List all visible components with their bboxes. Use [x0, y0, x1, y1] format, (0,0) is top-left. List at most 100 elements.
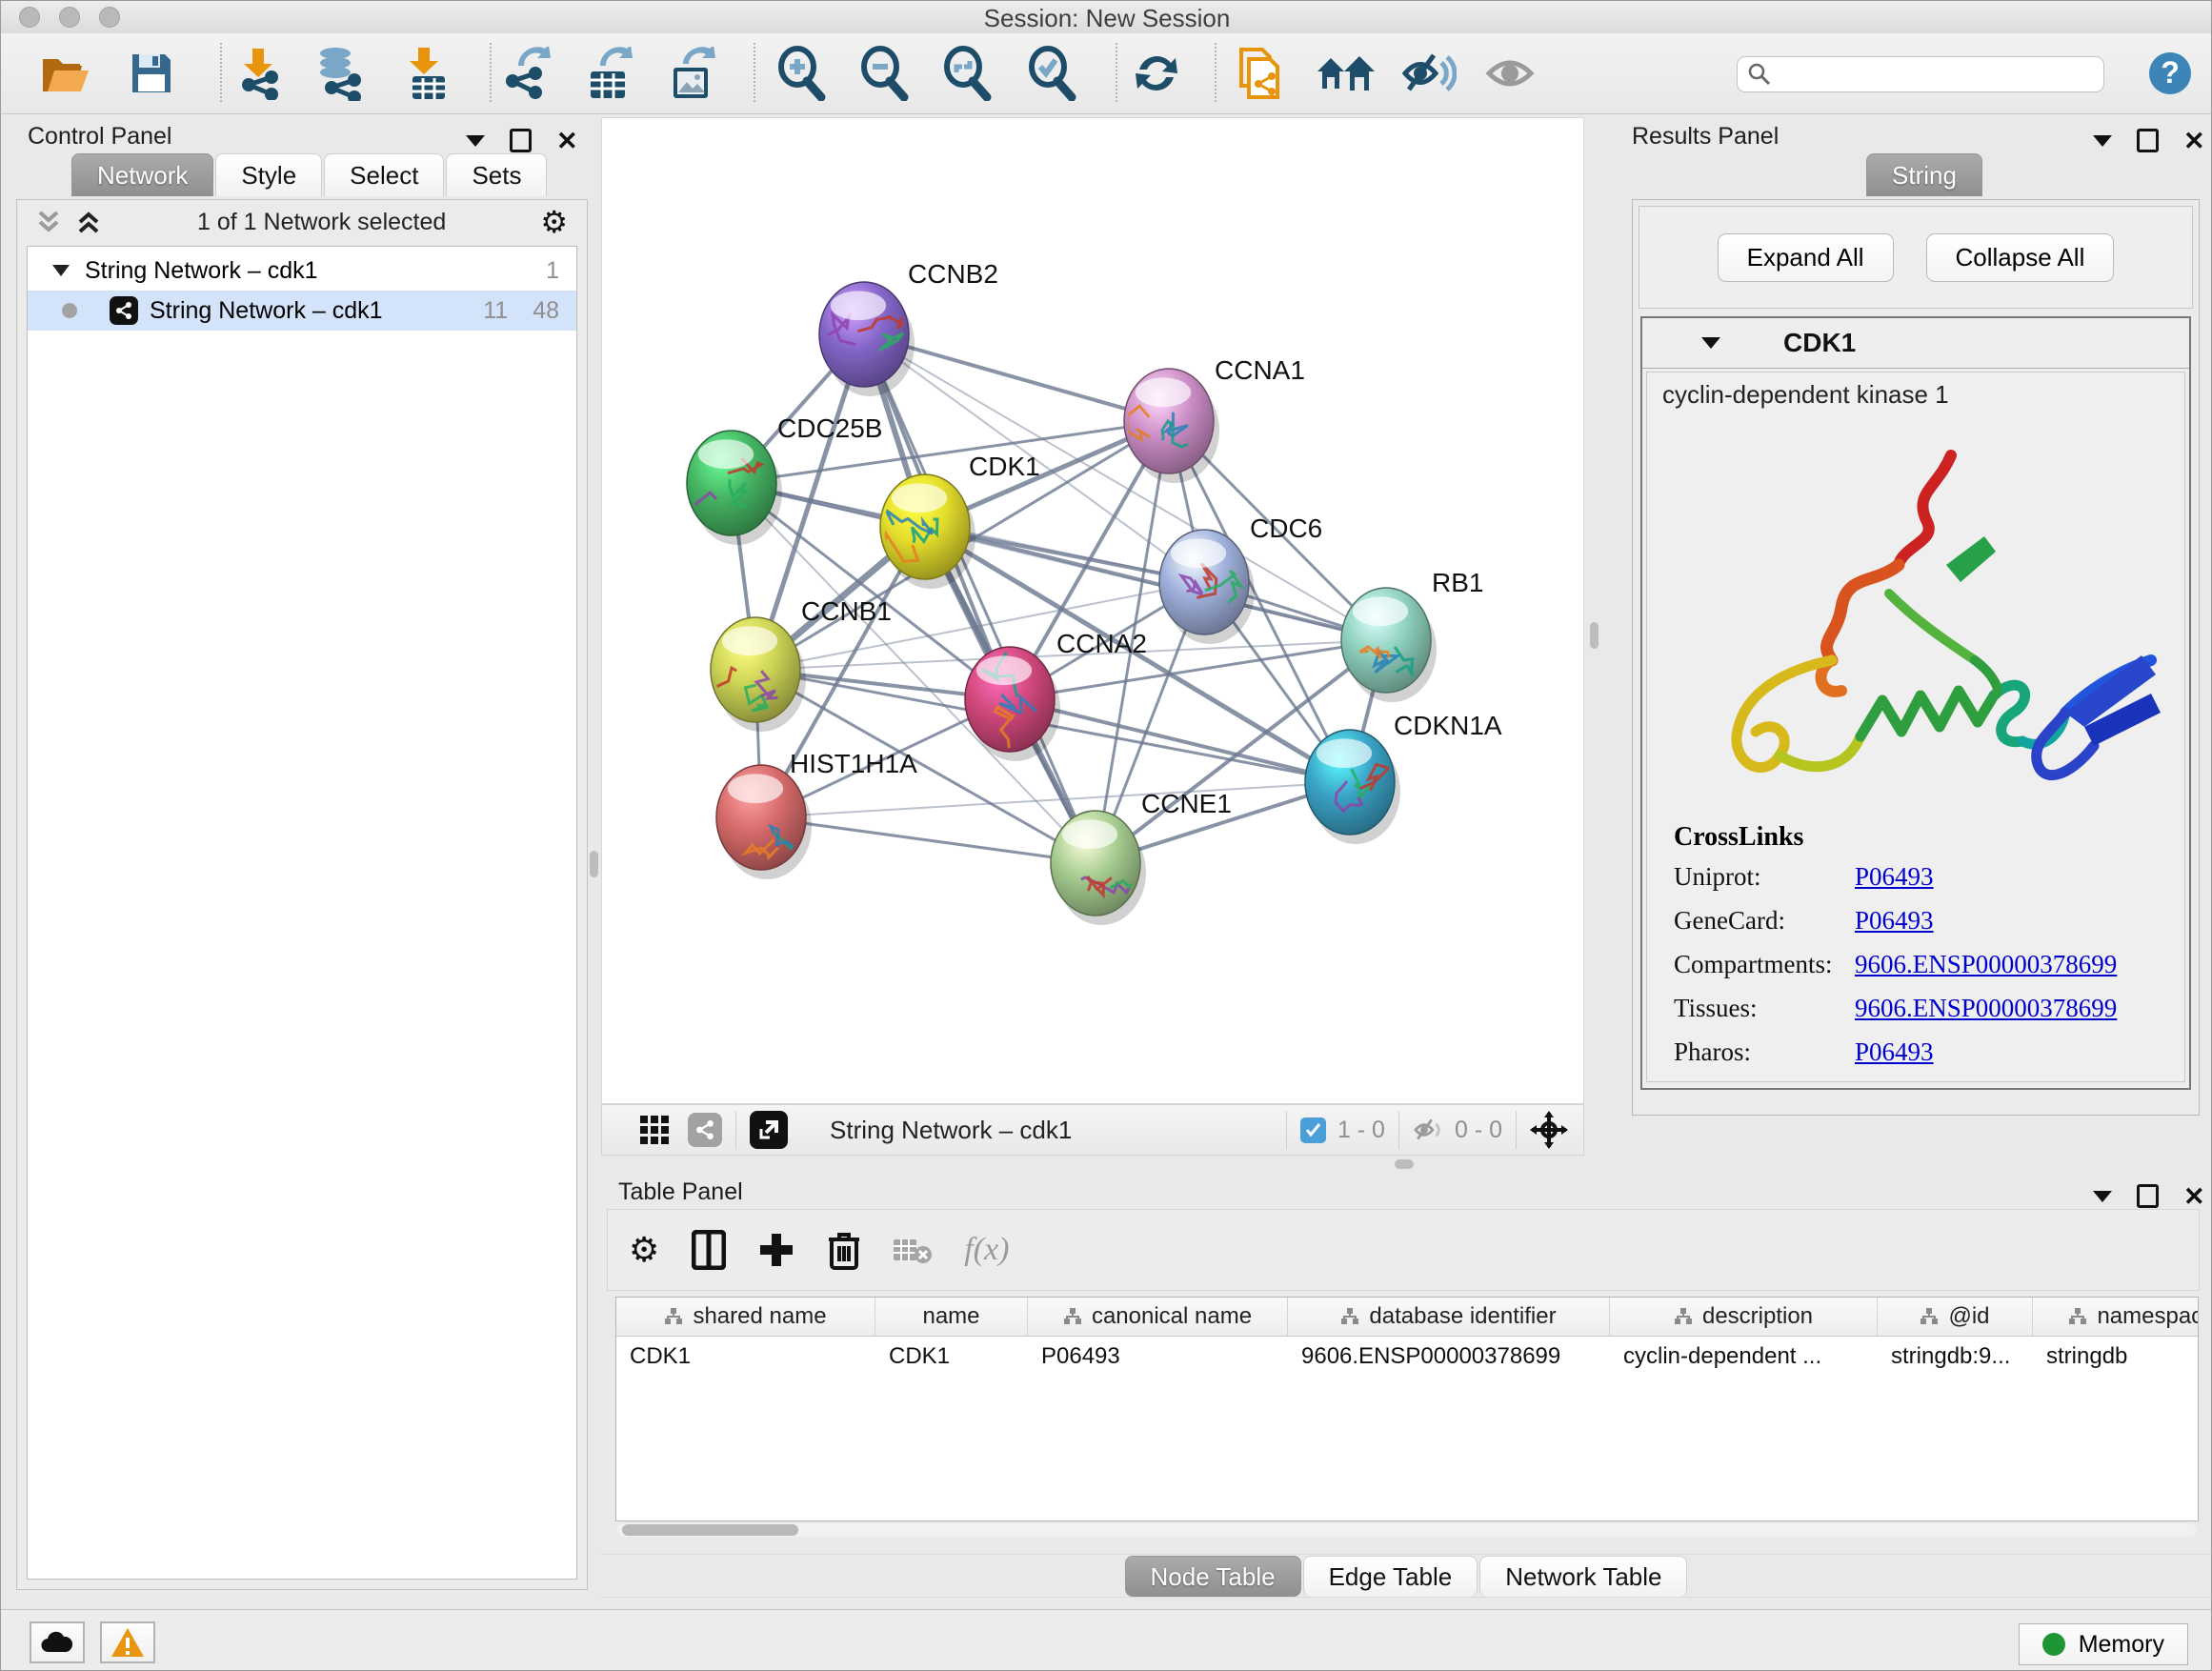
close-panel-icon[interactable]: ✕ — [2183, 1187, 2205, 1206]
tab-string[interactable]: String — [1866, 153, 1982, 196]
zoom-in-icon[interactable] — [775, 46, 827, 101]
float-panel-icon[interactable] — [2093, 1191, 2112, 1202]
table-header-row: shared namenamecanonical namedatabase id… — [616, 1298, 2198, 1337]
network-collection-row[interactable]: String Network – cdk1 1 — [28, 251, 576, 291]
table-cell[interactable]: CDK1 — [875, 1337, 1028, 1377]
tab-network[interactable]: Network — [71, 153, 213, 196]
network-row-selected[interactable]: String Network – cdk1 11 48 — [28, 291, 576, 331]
crosslink-link[interactable]: 9606.ENSP00000378699 — [1855, 950, 2117, 979]
graph-node-ccnb2[interactable]: CCNB2 — [819, 259, 998, 396]
column-header-shared-name[interactable]: shared name — [616, 1298, 875, 1336]
maximize-panel-icon[interactable] — [2137, 1184, 2159, 1208]
section-expander-icon[interactable] — [1701, 337, 1720, 349]
network-canvas[interactable]: CCNB2CCNA1CDC25BCDK1CDC6RB1CCNB1CCNA2CDK… — [601, 117, 1584, 1104]
collapse-all-icon[interactable] — [34, 210, 63, 234]
table-row[interactable]: CDK1CDK1P064939606.ENSP00000378699cyclin… — [616, 1337, 2198, 1377]
grid-view-icon[interactable] — [640, 1116, 669, 1144]
graph-node-ccne1[interactable]: CCNE1 — [1051, 789, 1232, 925]
table-cell[interactable]: 9606.ENSP00000378699 — [1288, 1337, 1610, 1377]
graph-node-cdc6[interactable]: CDC6 — [1159, 513, 1322, 644]
export-network-icon[interactable] — [501, 47, 551, 100]
column-header-name[interactable]: name — [875, 1298, 1028, 1336]
expand-all-icon[interactable] — [74, 210, 103, 234]
scrollbar-thumb[interactable] — [622, 1524, 798, 1536]
pan-tool-icon[interactable] — [1530, 1111, 1568, 1149]
close-panel-icon[interactable]: ✕ — [2183, 131, 2205, 151]
delete-column-icon[interactable] — [827, 1230, 861, 1270]
detach-view-icon[interactable] — [750, 1111, 788, 1149]
graph-edge[interactable] — [864, 334, 1096, 863]
tab-select[interactable]: Select — [324, 153, 444, 196]
save-session-icon[interactable] — [130, 51, 173, 95]
column-header--id[interactable]: @id — [1878, 1298, 2033, 1336]
float-panel-icon[interactable] — [466, 135, 485, 147]
options-gear-icon[interactable]: ⚙ — [540, 208, 568, 236]
table-options-gear-icon[interactable]: ⚙ — [629, 1236, 659, 1264]
warnings-button[interactable] — [100, 1621, 155, 1663]
refresh-icon[interactable] — [1132, 49, 1181, 98]
gene-header-row[interactable]: CDK1 — [1642, 318, 2189, 369]
crosslink-link[interactable]: 9606.ENSP00000378699 — [1855, 994, 2117, 1023]
show-columns-icon[interactable] — [692, 1230, 726, 1270]
show-graphics-icon[interactable] — [1485, 52, 1538, 94]
splitter-handle[interactable] — [1590, 622, 1599, 649]
share-view-icon[interactable] — [688, 1113, 722, 1147]
houses-icon[interactable] — [1316, 50, 1377, 96]
float-panel-icon[interactable] — [2093, 135, 2112, 147]
collapse-all-button[interactable]: Collapse All — [1926, 233, 2115, 282]
splitter-handle[interactable] — [590, 851, 598, 877]
cloud-button[interactable] — [30, 1621, 85, 1663]
column-header-database-identifier[interactable]: database identifier — [1288, 1298, 1610, 1336]
import-network-file-icon[interactable] — [233, 47, 283, 100]
tab-network-table[interactable]: Network Table — [1479, 1556, 1687, 1597]
graph-node-rb1[interactable]: RB1 — [1341, 568, 1483, 702]
tab-edge-table[interactable]: Edge Table — [1303, 1556, 1478, 1597]
add-column-icon[interactable] — [758, 1232, 794, 1268]
table-cell[interactable]: cyclin-dependent ... — [1610, 1337, 1878, 1377]
zoom-selected-icon[interactable] — [1026, 46, 1077, 101]
graph-node-cdc25b[interactable]: CDC25B — [677, 413, 882, 545]
graph-node-cdkn1a[interactable]: CDKN1A — [1305, 711, 1502, 844]
zoom-out-icon[interactable] — [858, 46, 910, 101]
network-graph[interactable]: CCNB2CCNA1CDC25BCDK1CDC6RB1CCNB1CCNA2CDK… — [602, 118, 1583, 1103]
column-header-canonical-name[interactable]: canonical name — [1028, 1298, 1288, 1336]
crosslink-label: GeneCard: — [1674, 906, 1855, 936]
expand-all-button[interactable]: Expand All — [1718, 233, 1894, 282]
close-panel-icon[interactable]: ✕ — [556, 131, 578, 151]
tree-expander-icon[interactable] — [50, 263, 71, 278]
search-input[interactable] — [1737, 56, 2104, 92]
crosslink-link[interactable]: P06493 — [1855, 862, 1934, 892]
tab-style[interactable]: Style — [215, 153, 322, 196]
crosslink-link[interactable]: P06493 — [1855, 1037, 1934, 1067]
tab-node-table[interactable]: Node Table — [1125, 1556, 1301, 1597]
graph-node-ccna1[interactable]: CCNA1 — [1124, 355, 1305, 483]
import-table-icon[interactable] — [403, 46, 449, 101]
node-label: RB1 — [1432, 568, 1483, 597]
table-cell[interactable]: P06493 — [1028, 1337, 1288, 1377]
column-header-namespace[interactable]: namespace — [2033, 1298, 2199, 1336]
tab-sets[interactable]: Sets — [446, 153, 547, 196]
import-network-database-icon[interactable] — [311, 46, 366, 101]
open-session-icon[interactable] — [40, 51, 91, 95]
table-cell[interactable]: CDK1 — [616, 1337, 875, 1377]
export-image-icon[interactable] — [666, 47, 715, 100]
network-name: String Network – cdk1 — [150, 297, 383, 325]
clone-network-icon[interactable] — [1236, 46, 1285, 101]
maximize-panel-icon[interactable] — [510, 129, 532, 152]
table-cell[interactable]: stringdb:9... — [1878, 1337, 2033, 1377]
node-table[interactable]: shared namenamecanonical namedatabase id… — [615, 1297, 2199, 1521]
export-table-icon[interactable] — [583, 47, 633, 100]
column-header-description[interactable]: description — [1610, 1298, 1878, 1336]
splitter-handle[interactable] — [1395, 1159, 1414, 1169]
maximize-panel-icon[interactable] — [2137, 129, 2159, 152]
graph-node-cdk1[interactable]: CDK1 — [880, 452, 1040, 589]
zoom-fit-icon[interactable] — [941, 46, 993, 101]
memory-button[interactable]: Memory — [2019, 1623, 2188, 1665]
help-icon[interactable]: ? — [2147, 50, 2193, 96]
selected-checkbox-icon[interactable] — [1300, 1117, 1326, 1143]
table-cell[interactable]: stringdb — [2033, 1337, 2199, 1377]
crosslink-link[interactable]: P06493 — [1855, 906, 1934, 936]
graph-node-ccna2[interactable]: CCNA2 — [965, 629, 1147, 761]
table-horizontal-scrollbar[interactable] — [617, 1523, 2197, 1537]
hide-graphics-icon[interactable] — [1401, 50, 1457, 97]
